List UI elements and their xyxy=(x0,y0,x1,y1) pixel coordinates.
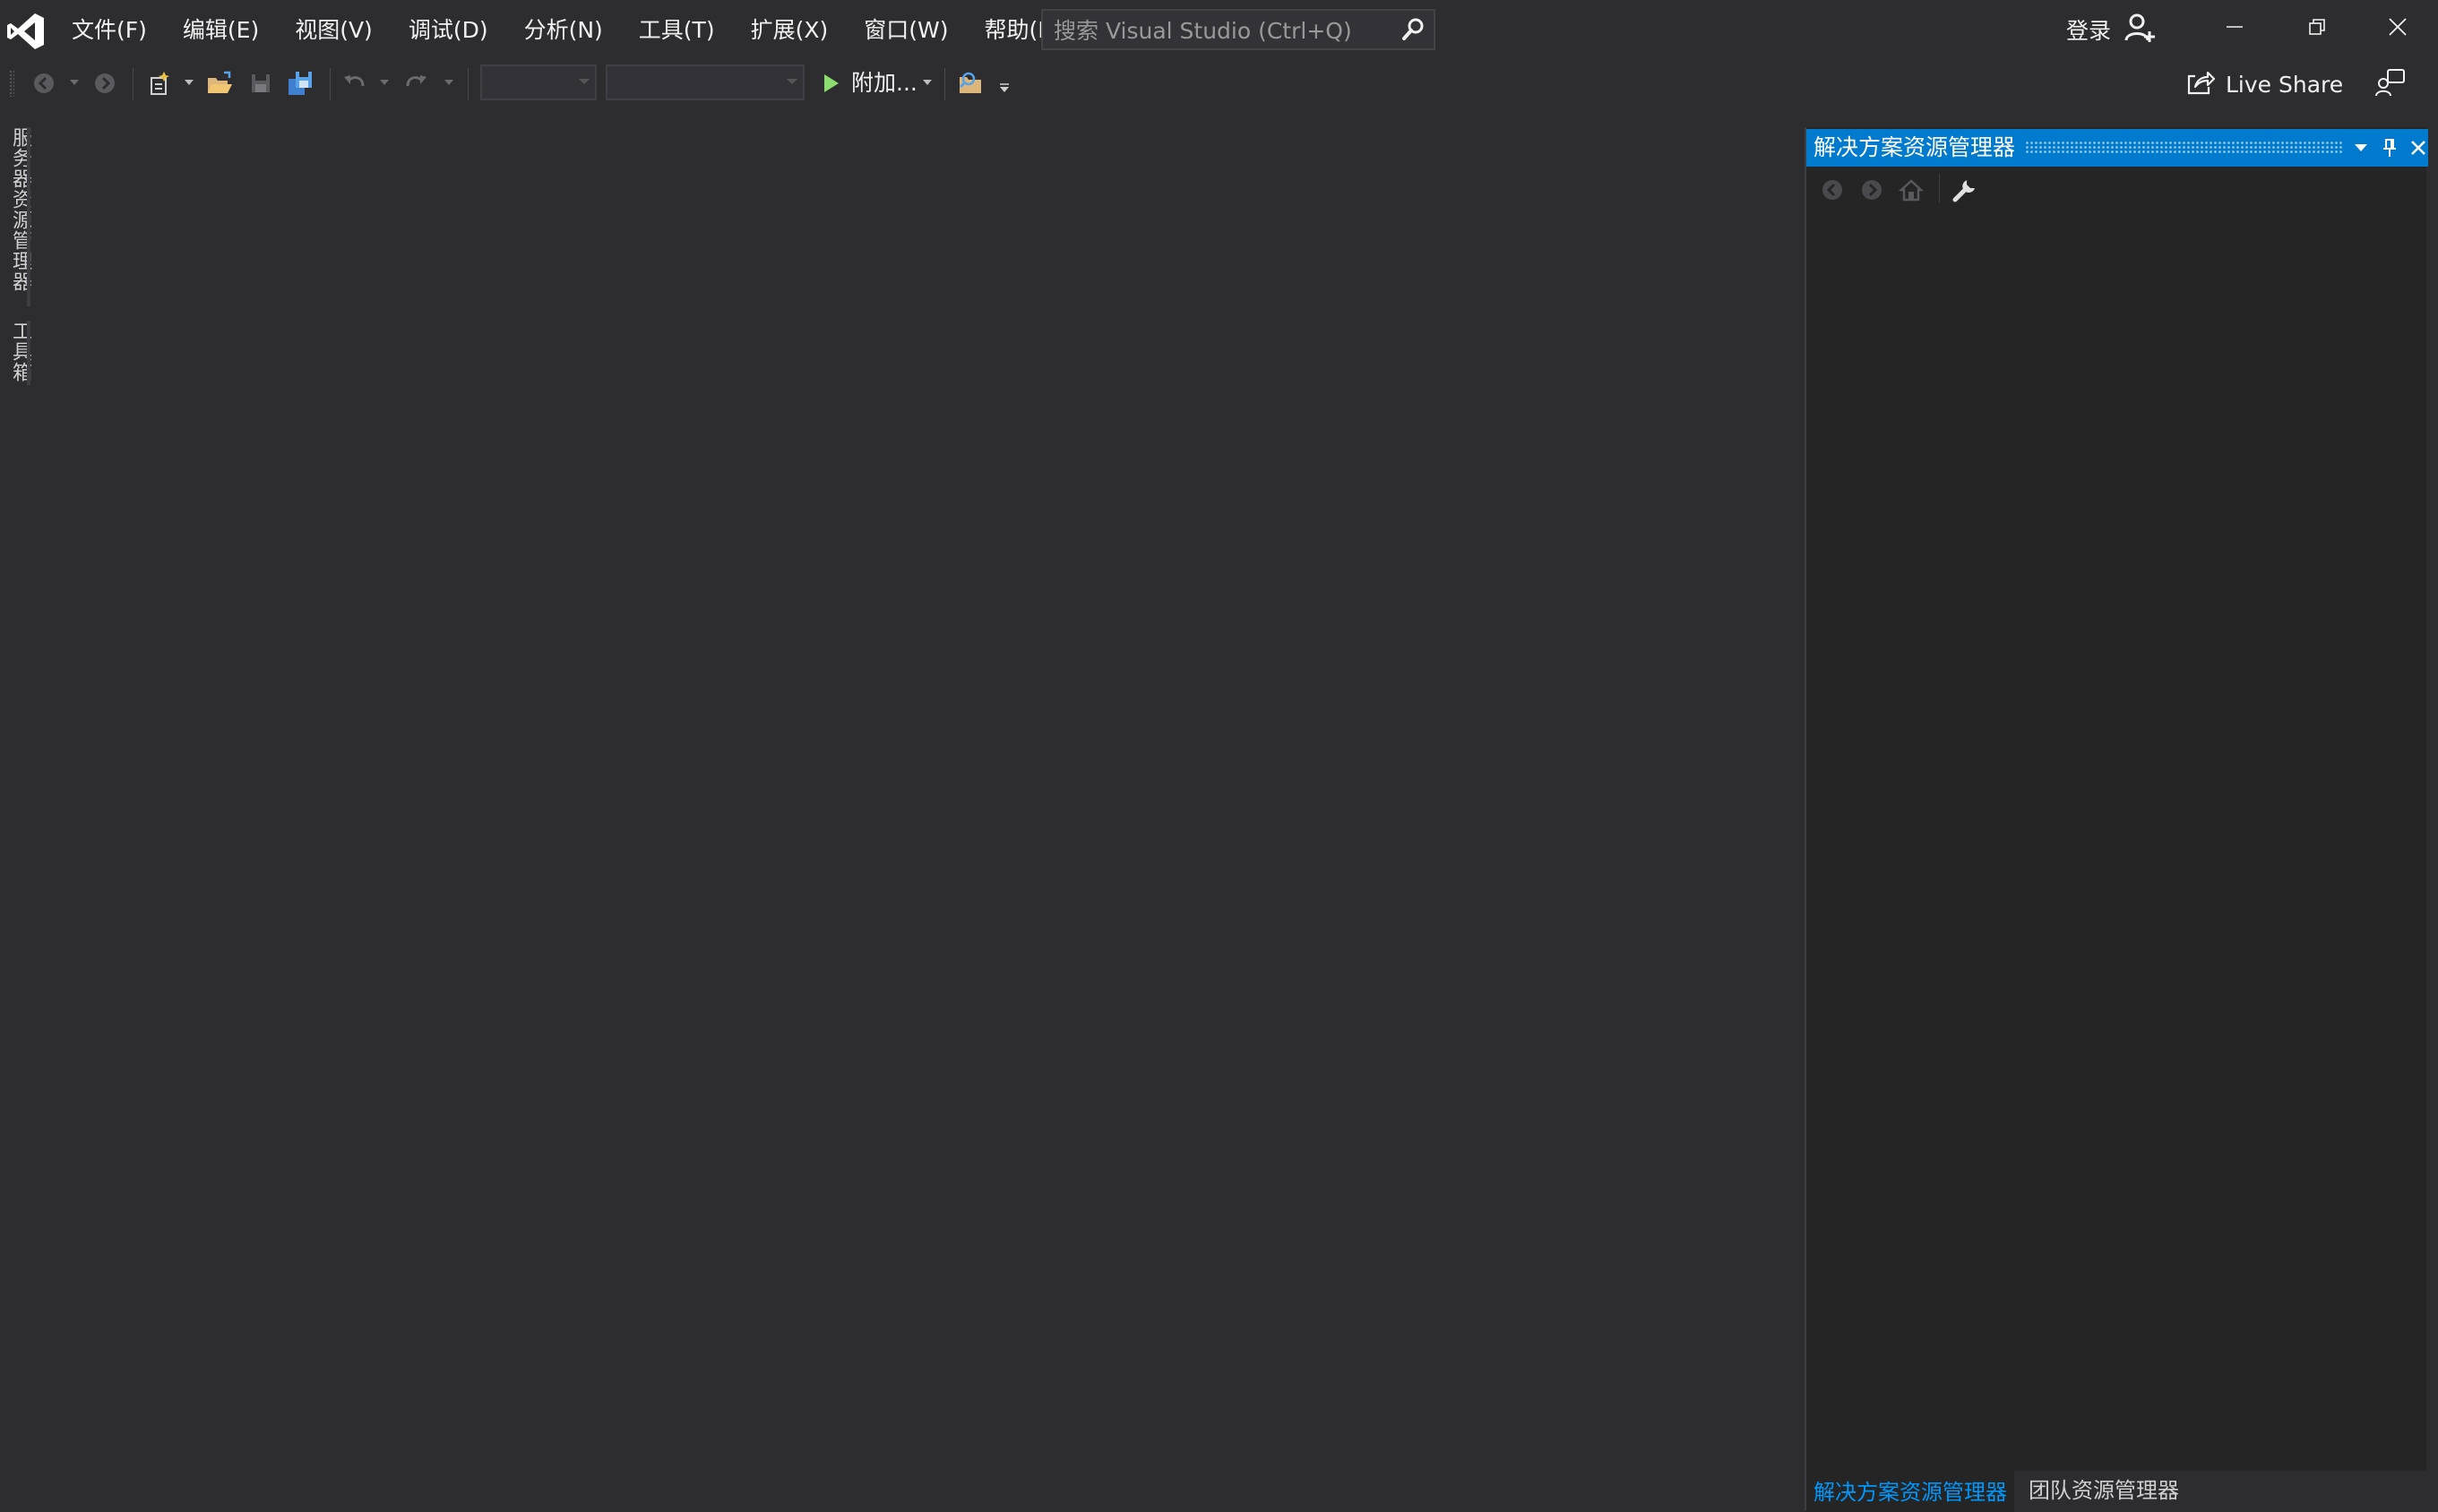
solution-explorer-title: 解决方案资源管理器 xyxy=(1813,134,2016,160)
forward-icon[interactable] xyxy=(1856,175,1887,205)
back-icon[interactable] xyxy=(29,68,59,99)
feedback-icon xyxy=(2375,68,2406,100)
menu-view[interactable]: 视图(V) xyxy=(277,0,391,61)
live-share-button[interactable]: Live Share xyxy=(2186,64,2343,104)
minimize-icon xyxy=(2226,18,2244,39)
new-project-dropdown-icon[interactable] xyxy=(183,73,195,91)
toolbar-separator xyxy=(330,68,331,100)
solution-configurations-combo[interactable] xyxy=(480,64,597,100)
tab-team-explorer[interactable]: 团队资源管理器 xyxy=(2021,1471,2186,1510)
forward-icon[interactable] xyxy=(90,68,120,99)
attach-button-label[interactable]: 附加... xyxy=(851,68,917,99)
save-icon[interactable] xyxy=(246,68,276,99)
properties-wrench-icon[interactable] xyxy=(1950,175,1980,205)
toolbar-separator xyxy=(944,68,945,100)
close-icon[interactable] xyxy=(2405,134,2432,161)
close-icon xyxy=(2388,17,2408,40)
signin-button[interactable]: 登录 xyxy=(2066,9,2156,50)
account-icon xyxy=(2124,12,2156,47)
toolbar-separator xyxy=(1939,174,1940,202)
tab-indicator xyxy=(27,127,30,306)
toolbar-separator xyxy=(133,68,134,100)
menu-debug[interactable]: 调试(D) xyxy=(391,0,506,61)
panel-drag-grip[interactable] xyxy=(2025,141,2342,155)
menu-window[interactable]: 窗口(W) xyxy=(846,0,966,61)
menu-edit[interactable]: 编辑(E) xyxy=(165,0,277,61)
undo-dropdown-icon[interactable] xyxy=(378,73,391,91)
search-box[interactable] xyxy=(1041,9,1435,50)
solution-explorer-toolbar xyxy=(1806,168,2426,211)
toolbar-overflow-icon[interactable] xyxy=(998,79,1011,97)
new-project-icon[interactable] xyxy=(143,68,174,99)
redo-dropdown-icon[interactable] xyxy=(443,73,455,91)
editor-area xyxy=(34,107,1803,1510)
solution-explorer-tab-strip: 解决方案资源管理器 团队资源管理器 xyxy=(1806,1471,2426,1512)
standard-toolbar: 附加... xyxy=(0,61,2438,106)
save-all-icon[interactable] xyxy=(285,68,315,99)
back-dropdown-icon[interactable] xyxy=(68,73,81,91)
window-position-dropdown-icon[interactable] xyxy=(2348,134,2374,161)
feedback-button[interactable] xyxy=(2373,66,2408,102)
toolbar-separator xyxy=(468,68,469,100)
tab-indicator xyxy=(27,321,30,385)
search-icon[interactable] xyxy=(1400,16,1426,43)
chevron-down-icon xyxy=(579,79,590,84)
restore-button[interactable] xyxy=(2276,0,2358,57)
restore-icon xyxy=(2308,18,2326,39)
open-file-icon[interactable] xyxy=(204,68,235,99)
menu-analyze[interactable]: 分析(N) xyxy=(506,0,621,61)
undo-icon[interactable] xyxy=(339,68,369,99)
left-autohide-strip: 服务器资源管理器 工具箱 xyxy=(0,107,32,1510)
find-in-files-icon[interactable] xyxy=(957,68,987,99)
close-button[interactable] xyxy=(2356,0,2438,57)
solution-platforms-combo[interactable] xyxy=(606,64,805,100)
home-icon[interactable] xyxy=(1896,175,1926,205)
share-icon xyxy=(2186,69,2216,99)
visual-studio-logo-icon[interactable] xyxy=(5,11,47,52)
attach-dropdown-icon[interactable] xyxy=(921,73,934,91)
menu-bar: 文件(F) 编辑(E) 视图(V) 调试(D) 分析(N) 工具(T) 扩展(X… xyxy=(54,0,1081,61)
redo-icon[interactable] xyxy=(401,68,432,99)
start-icon[interactable] xyxy=(815,68,846,99)
menu-tools[interactable]: 工具(T) xyxy=(621,0,733,61)
menu-file[interactable]: 文件(F) xyxy=(54,0,165,61)
menu-extensions[interactable]: 扩展(X) xyxy=(733,0,847,61)
search-input[interactable] xyxy=(1052,11,1387,50)
chevron-down-icon xyxy=(787,79,797,84)
solution-explorer-header[interactable]: 解决方案资源管理器 xyxy=(1806,129,2428,167)
back-icon[interactable] xyxy=(1817,175,1848,205)
minimize-button[interactable] xyxy=(2193,0,2276,57)
toolbar-grip[interactable] xyxy=(9,70,14,97)
tab-solution-explorer[interactable]: 解决方案资源管理器 xyxy=(1806,1471,2014,1512)
solution-explorer-tree[interactable] xyxy=(1806,215,2426,1469)
live-share-label: Live Share xyxy=(2226,71,2344,98)
signin-label: 登录 xyxy=(2066,18,2112,44)
pin-icon[interactable] xyxy=(2376,134,2403,161)
